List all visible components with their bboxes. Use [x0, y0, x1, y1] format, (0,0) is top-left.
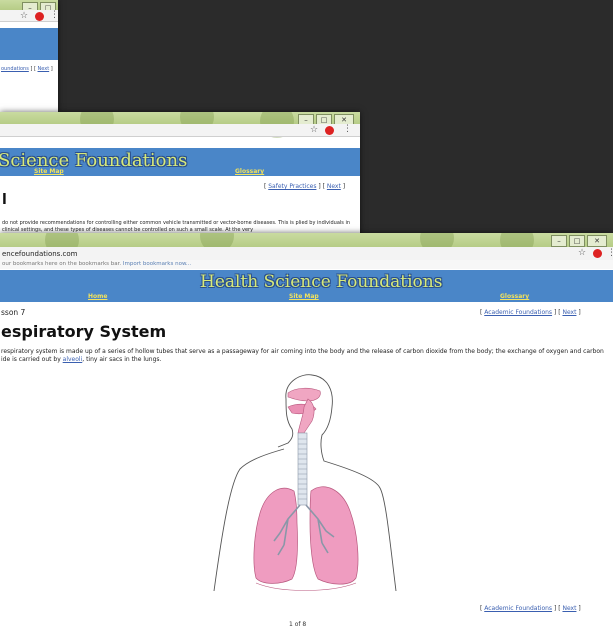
stop-icon[interactable] [35, 12, 44, 21]
respiratory-system-illustration [213, 374, 397, 592]
page-heading: l [2, 192, 7, 208]
nav-glossary[interactable]: Glossary [235, 168, 264, 175]
crumb-next-link[interactable]: Next [562, 605, 576, 612]
breadcrumb: [ Safety Practices ] [ Next ] [264, 183, 346, 190]
crumb-prev-link[interactable]: Academic Foundations [484, 309, 552, 316]
nasal-cavity [287, 387, 321, 402]
nav-site-map[interactable]: Site Map [289, 293, 319, 300]
url-text[interactable]: encefoundations.com [2, 250, 77, 258]
stop-icon[interactable] [593, 249, 602, 258]
address-bar[interactable]: encefoundations.com ☆ ⋮ [0, 247, 613, 261]
crumb-prev-link[interactable]: Safety Practices [268, 183, 316, 190]
site-title: Science Foundations [0, 150, 188, 171]
crumb-prev-link[interactable]: oundations [1, 66, 29, 72]
menu-icon[interactable]: ⋮ [607, 248, 613, 258]
back-browser-window: – □ ☆ ⋮ oundations ] [ Next ] [0, 0, 58, 112]
site-banner: Science Foundations Site Map Glossary [0, 148, 360, 176]
title-bar: – □ ✕ [0, 233, 613, 257]
menu-icon[interactable]: ⋮ [50, 10, 58, 20]
site-banner [0, 28, 58, 60]
nav-site-map[interactable]: Site Map [34, 168, 64, 175]
import-bookmarks-link[interactable]: Import bookmarks now... [123, 261, 191, 267]
breadcrumb-top: [ Academic Foundations ] [ Next ] [480, 309, 581, 316]
bookmarks-hint: our bookmarks here on the bookmarks bar. [2, 261, 122, 267]
star-icon[interactable]: ☆ [20, 11, 28, 21]
maximize-icon[interactable]: □ [569, 235, 585, 247]
bookmarks-bar: our bookmarks here on the bookmarks bar.… [0, 260, 613, 269]
paragraph-line: ide is carried out by alveoli, tiny air … [1, 356, 611, 364]
left-lung [309, 486, 359, 585]
breadcrumb: oundations ] [ Next ] [1, 66, 53, 72]
minimize-icon[interactable]: – [551, 235, 567, 247]
front-browser-window: – □ ✕ encefoundations.com ☆ ⋮ our bookma… [0, 233, 613, 631]
intro-paragraph: do not provide recommendations for contr… [2, 220, 351, 233]
paragraph-line: respiratory system is made up of a serie… [1, 348, 604, 355]
star-icon[interactable]: ☆ [578, 248, 586, 258]
lesson-label: sson 7 [1, 308, 26, 317]
title-bar: – □ [0, 0, 58, 14]
site-banner: Health Science Foundations Home Site Map… [0, 270, 613, 302]
title-bar: – □ ✕ [0, 112, 360, 138]
right-lung [253, 487, 298, 584]
para-text: ide is carried out by [1, 355, 63, 363]
crumb-next-link[interactable]: Next [562, 309, 576, 316]
para-text: , tiny air sacs in the lungs. [82, 355, 162, 363]
close-icon[interactable]: ✕ [587, 235, 607, 247]
star-icon[interactable]: ☆ [310, 125, 318, 135]
intro-paragraph: respiratory system is made up of a serie… [1, 348, 611, 363]
window-controls: – □ ✕ [551, 235, 607, 247]
crumb-next-link[interactable]: Next [327, 183, 341, 190]
breadcrumb-bottom: [ Academic Foundations ] [ Next ] [480, 605, 581, 612]
page-counter: 1 of 8 [289, 621, 307, 628]
nav-home[interactable]: Home [88, 293, 107, 300]
address-bar[interactable]: ☆ ⋮ [0, 10, 58, 22]
stop-icon[interactable] [325, 126, 334, 135]
menu-icon[interactable]: ⋮ [343, 124, 352, 134]
address-bar[interactable]: ☆ ⋮ [0, 124, 360, 137]
page-heading: espiratory System [1, 322, 167, 341]
site-title: Health Science Foundations [200, 272, 443, 292]
crumb-next-link[interactable]: Next [38, 66, 50, 72]
middle-browser-window: – □ ✕ ☆ ⋮ Science Foundations Site Map G… [0, 112, 360, 242]
nav-glossary[interactable]: Glossary [500, 293, 529, 300]
crumb-prev-link[interactable]: Academic Foundations [484, 605, 552, 612]
alveoli-link[interactable]: alveoli [63, 356, 83, 363]
